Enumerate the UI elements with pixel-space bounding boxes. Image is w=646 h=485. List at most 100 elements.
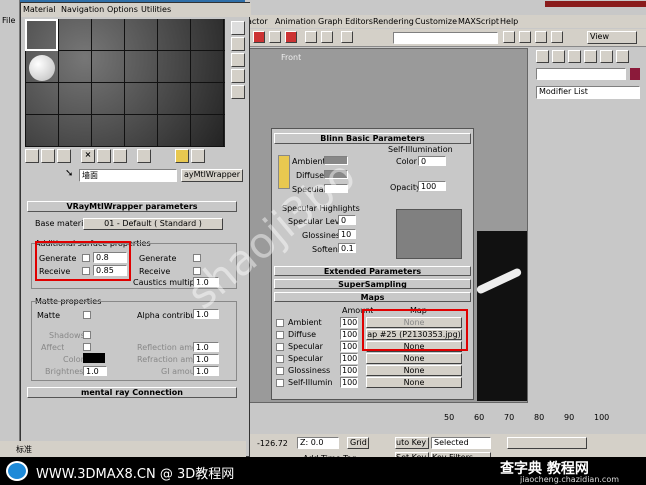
vray-rollout-header[interactable]: VRayMtlWrapper parameters <box>27 201 237 212</box>
menu-animation[interactable]: Animation <box>275 17 316 26</box>
extended-params-rollout[interactable]: Extended Parameters <box>274 266 471 276</box>
get-material-button[interactable] <box>25 149 39 163</box>
map-button[interactable]: None <box>366 365 462 376</box>
chazidian-url: jiaocheng.chazidian.com <box>520 475 620 484</box>
auto-key-button[interactable]: uto Key <box>395 437 429 449</box>
supersampling-rollout[interactable]: SuperSampling <box>274 279 471 289</box>
refraction-value[interactable]: 1.0 <box>193 354 219 364</box>
show-map-button[interactable] <box>137 149 151 163</box>
toolbar-button[interactable] <box>253 31 265 43</box>
map-button[interactable]: None <box>366 377 462 388</box>
base-material-button[interactable]: 01 - Default ( Standard ) <box>83 218 223 230</box>
self-illum-value[interactable]: 0 <box>418 156 446 166</box>
map-name: Ambient <box>288 318 322 327</box>
put-to-scene-button[interactable] <box>41 149 55 163</box>
assign-button[interactable] <box>57 149 71 163</box>
slot-white-sphere[interactable] <box>29 55 55 81</box>
spec-level-value[interactable]: 0 <box>338 215 356 225</box>
toolbar-button[interactable] <box>503 31 515 43</box>
go-parent-button[interactable] <box>175 149 189 163</box>
selected-dropdown[interactable]: Selected <box>431 437 491 449</box>
toolbar-button[interactable] <box>551 31 563 43</box>
toolbar-button[interactable] <box>269 31 281 43</box>
opacity-value[interactable]: 100 <box>418 181 446 191</box>
timeline[interactable]: 50 60 70 80 90 100 <box>248 405 646 433</box>
reflection-value[interactable]: 1.0 <box>193 342 219 352</box>
menu-graph-editors[interactable]: Graph Editors <box>318 17 373 26</box>
map-checkbox[interactable] <box>276 355 284 363</box>
slot-selected[interactable] <box>25 19 58 51</box>
video-color-button[interactable] <box>231 85 245 99</box>
play-controls[interactable] <box>507 437 587 449</box>
menu-rendering[interactable]: Rendering <box>373 17 414 26</box>
unique-button[interactable] <box>113 149 127 163</box>
maps-rollout[interactable]: Maps <box>274 292 471 302</box>
utilities-tab[interactable] <box>616 50 629 63</box>
brightness-value[interactable]: 1.0 <box>83 366 107 376</box>
modify-tab[interactable] <box>552 50 565 63</box>
sample-type-button[interactable] <box>231 21 245 35</box>
menu-actor[interactable]: actor <box>247 17 268 26</box>
create-tab[interactable] <box>536 50 549 63</box>
map-name: Glossiness <box>288 366 331 375</box>
object-color-swatch[interactable] <box>630 68 640 80</box>
hierarchy-tab[interactable] <box>568 50 581 63</box>
scene-texture <box>477 231 527 401</box>
motion-tab[interactable] <box>584 50 597 63</box>
file-menu[interactable]: File <box>2 16 15 25</box>
map-amount[interactable]: 100 <box>340 377 358 388</box>
delete-icon[interactable]: × <box>81 149 95 163</box>
shadows-checkbox[interactable] <box>83 331 91 339</box>
left-strip: File <box>0 0 20 460</box>
soften-value[interactable]: 0.1 <box>338 243 356 253</box>
menu-options[interactable]: Options <box>107 5 138 14</box>
menu-utilities[interactable]: Utilities <box>141 5 171 14</box>
grid-button[interactable]: Grid <box>347 437 369 449</box>
display-tab[interactable] <box>600 50 613 63</box>
blinn-header[interactable]: Blinn Basic Parameters <box>274 133 471 144</box>
shader-swatch[interactable] <box>278 155 290 189</box>
modifier-list-dropdown[interactable]: Modifier List <box>536 86 640 99</box>
map-amount[interactable]: 100 <box>340 329 358 340</box>
menu-maxscript[interactable]: MAXScript <box>458 17 499 26</box>
map-checkbox[interactable] <box>276 319 284 327</box>
material-name-field[interactable]: 墙面 <box>79 169 177 182</box>
map-checkbox[interactable] <box>276 367 284 375</box>
map-button[interactable]: None <box>366 353 462 364</box>
map-amount[interactable]: 100 <box>340 317 358 328</box>
map-checkbox[interactable] <box>276 379 284 387</box>
map-amount[interactable]: 100 <box>340 341 358 352</box>
menu-material[interactable]: Material <box>23 5 56 14</box>
gloss-value[interactable]: 10 <box>338 229 356 239</box>
object-name-field[interactable] <box>536 68 626 80</box>
toolbar-button[interactable] <box>341 31 353 43</box>
shadow-color-swatch[interactable] <box>83 353 105 363</box>
backlight-button[interactable] <box>231 37 245 51</box>
affect-checkbox[interactable] <box>83 343 91 351</box>
menu-customize[interactable]: Customize <box>415 17 457 26</box>
gi-value[interactable]: 1.0 <box>193 366 219 376</box>
selection-set-field[interactable] <box>393 32 498 44</box>
receive2-label: Receive <box>139 267 171 276</box>
matte-checkbox[interactable] <box>83 311 91 319</box>
pick-icon[interactable]: ➘ <box>65 168 73 179</box>
view-dropdown[interactable]: View <box>587 31 637 44</box>
toolbar-button[interactable] <box>519 31 531 43</box>
toolbar-button[interactable] <box>535 31 547 43</box>
background-button[interactable] <box>231 53 245 67</box>
material-type-button[interactable]: ayMtlWrapper <box>181 169 243 182</box>
map-checkbox[interactable] <box>276 343 284 351</box>
toolbar-button[interactable] <box>285 31 297 43</box>
map-amount[interactable]: 100 <box>340 365 358 376</box>
mental-ray-rollout[interactable]: mental ray Connection <box>27 387 237 398</box>
copy-button[interactable] <box>97 149 111 163</box>
menu-help[interactable]: Help <box>500 17 518 26</box>
uv-tiling-button[interactable] <box>231 69 245 83</box>
coord-z-field[interactable]: Z: 0.0 <box>297 437 339 449</box>
go-sibling-button[interactable] <box>191 149 205 163</box>
map-checkbox[interactable] <box>276 331 284 339</box>
toolbar-button[interactable] <box>305 31 317 43</box>
toolbar-button[interactable] <box>321 31 333 43</box>
menu-navigation[interactable]: Navigation <box>61 5 104 14</box>
map-amount[interactable]: 100 <box>340 353 358 364</box>
